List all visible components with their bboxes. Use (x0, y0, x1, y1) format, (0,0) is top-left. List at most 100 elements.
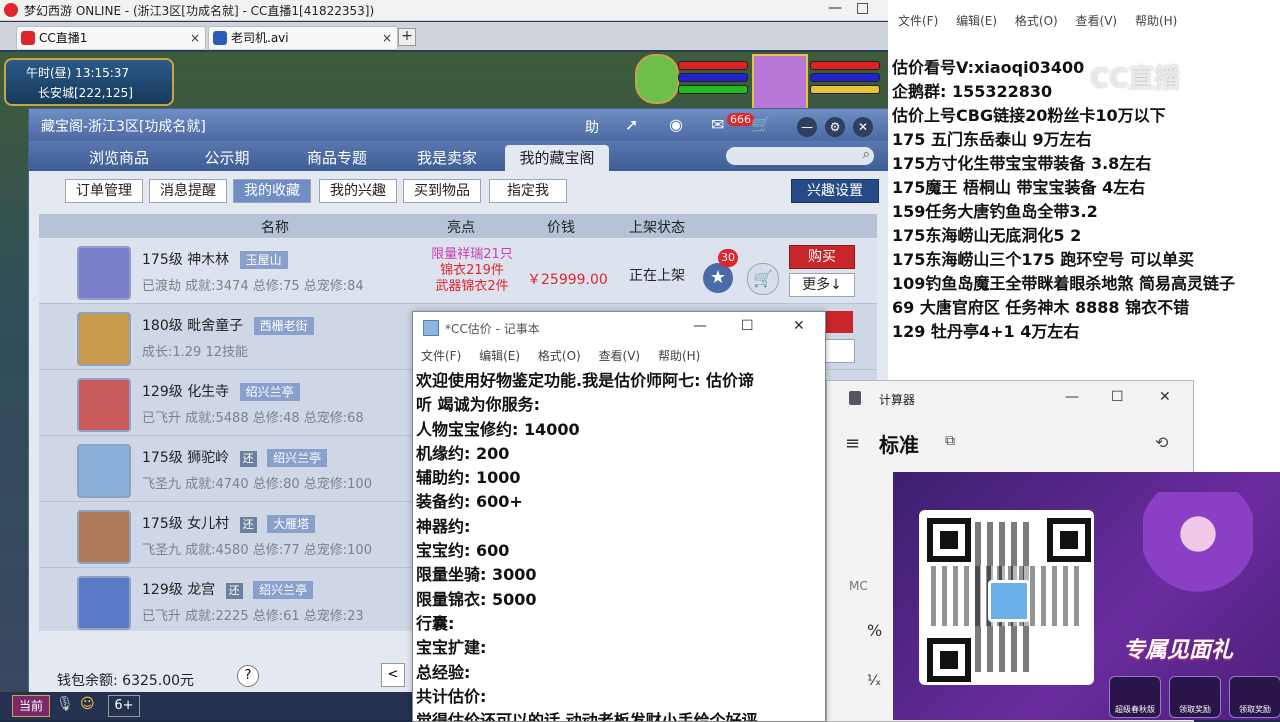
memory-clear-button[interactable]: MC (849, 579, 868, 593)
cart-header-icon[interactable]: 🛒 (751, 115, 771, 134)
subtab-interests[interactable]: 我的兴趣 (319, 179, 397, 203)
prev-page-button[interactable]: < (381, 663, 405, 687)
minimize-button[interactable]: — (693, 318, 707, 334)
subtab-favorites[interactable]: 我的收藏 (233, 179, 311, 203)
close-button[interactable]: ✕ (793, 318, 805, 334)
emoji-icon[interactable]: ☺ (80, 696, 95, 712)
settings-icon[interactable]: ⚙ (825, 117, 845, 137)
promo-button-label: 领取奖励 (1179, 705, 1211, 714)
minimize-icon[interactable]: — (797, 117, 817, 137)
menu-help[interactable]: 帮助(H) (658, 349, 700, 363)
favorite-star-icon[interactable]: ★ (703, 263, 733, 293)
menu-file[interactable]: 文件(F) (898, 14, 938, 28)
row-level: 175级 (142, 450, 183, 466)
more-button[interactable]: 更多↓ (789, 273, 855, 297)
table-row[interactable]: 175级 神木林 玉屋山 已渡劫 成就:3474 总修:75 总宠修:84 限量… (39, 239, 877, 304)
tab-browse[interactable]: 浏览商品 (69, 145, 169, 171)
notepad-titlebar: *CC估价 - 记事本 — ☐ ✕ (413, 312, 825, 342)
text-line: 159任务大唐钓鱼岛全带3.2 (892, 202, 1098, 221)
menu-bar: 文件(F) 编辑(E) 格式(O) 查看(V) 帮助(H) (421, 347, 714, 364)
subtab-bought[interactable]: 买到物品 (403, 179, 481, 203)
row-title: 175级 女儿村 还 大雁塔 (142, 513, 316, 533)
subtab-designated[interactable]: 指定我 (489, 179, 567, 203)
menu-edit[interactable]: 编辑(E) (479, 349, 520, 363)
notepad-text[interactable]: 欢迎使用好物鉴定功能.我是估价师阿七: 估价谛 听 竭诚为你服务: 人物宝宝修约… (416, 369, 820, 721)
promo-button-label: 领取奖励 (1239, 705, 1271, 714)
tab-video[interactable]: 老司机.avi × (208, 26, 398, 49)
row-price: ￥25999.00 (527, 272, 608, 288)
subtab-orders[interactable]: 订单管理 (65, 179, 143, 203)
row-status: 正在上架 (629, 268, 685, 284)
highlight-line: 锦衣219件 (440, 263, 504, 278)
promo-button[interactable]: 领取奖励 (1229, 676, 1280, 718)
minimize-button[interactable]: — (1065, 389, 1079, 405)
pet-portrait[interactable] (635, 54, 679, 104)
avatar (77, 510, 131, 564)
maximize-button[interactable]: □ (856, 0, 869, 16)
menu-file[interactable]: 文件(F) (421, 349, 461, 363)
server-tag: 绍兴兰亭 (239, 383, 300, 401)
promo-button[interactable]: 超级春秋版 (1109, 676, 1161, 718)
player-portrait[interactable] (752, 54, 808, 110)
tab-topics[interactable]: 商品专题 (287, 145, 387, 171)
close-tab-icon[interactable]: × (190, 27, 200, 49)
row-info: 已飞升 成就:2225 总修:61 总宠修:23 (142, 609, 364, 624)
row-title: 180级 毗舍童子 西栅老街 (142, 315, 314, 335)
row-school: 神木林 (187, 252, 230, 268)
qr-code (919, 510, 1094, 685)
browser-tabbar: CC直播1 × 老司机.avi × (0, 22, 888, 50)
close-button[interactable]: ✕ (1159, 389, 1171, 405)
game-titlebar: 梦幻西游 ONLINE - (浙江3区[功成名就] - CC直播1[418223… (0, 0, 888, 21)
tab-seller[interactable]: 我是卖家 (397, 145, 497, 171)
percent-button[interactable]: % (867, 621, 882, 640)
menu-help[interactable]: 帮助(H) (1135, 14, 1177, 28)
cbg-header: 藏宝阁-浙江3区[功成名就] 助 ➚ ◉ ✉ 666 🛒 — ⚙ ✕ (29, 109, 888, 141)
window-title: 梦幻西游 ONLINE - (浙江3区[功成名就] - CC直播1[418223… (24, 4, 375, 18)
minimize-button[interactable]: — (828, 0, 842, 16)
stop-icon[interactable]: ◉ (669, 115, 683, 134)
search-input[interactable]: ⌕ (726, 147, 874, 165)
text-line: 175方寸化生带宝宝带装备 3.8左右 (892, 154, 1152, 173)
help-icon[interactable]: ? (237, 665, 259, 687)
maximize-button[interactable]: ☐ (741, 318, 754, 334)
maximize-button[interactable]: ☐ (1111, 389, 1124, 405)
menu-edit[interactable]: 编辑(E) (956, 14, 997, 28)
current-channel-button[interactable]: 当前 (12, 695, 50, 717)
subtab-messages[interactable]: 消息提醒 (149, 179, 227, 203)
qr-logo (988, 580, 1030, 622)
cbg-subtabs: 订单管理 消息提醒 我的收藏 我的兴趣 买到物品 指定我 (29, 171, 888, 209)
calc-title: 计算器 (879, 393, 916, 407)
qr-finder (927, 638, 971, 682)
message-icon[interactable]: ✉ (711, 115, 724, 134)
row-level: 180级 (142, 318, 183, 334)
row-info: 成长:1.29 12技能 (142, 345, 248, 360)
text-line: 估价看号V:xiaoqi03400 (892, 58, 1085, 77)
search-icon[interactable]: ⌕ (863, 147, 870, 162)
exp-bar (678, 85, 748, 94)
interest-settings-button[interactable]: 兴趣设置 (791, 179, 879, 203)
share-icon[interactable]: ➚ (625, 115, 638, 134)
buy-button[interactable]: 购买 (789, 245, 855, 269)
promo-button[interactable]: 领取奖励 (1169, 676, 1221, 718)
tab-my-cbg[interactable]: 我的藏宝阁 (505, 145, 609, 171)
text-line: 限量坐骑: 3000 (416, 565, 537, 585)
reciprocal-button[interactable]: ¹⁄ₓ (867, 673, 881, 689)
hamburger-menu-icon[interactable]: ≡ (845, 433, 860, 454)
menu-format[interactable]: 格式(O) (538, 349, 581, 363)
text-line: 神器约: (416, 516, 471, 536)
cart-icon[interactable]: 🛒 (747, 263, 779, 295)
menu-view[interactable]: 查看(V) (1076, 14, 1118, 28)
mic-icon[interactable]: 🎙 (56, 696, 74, 712)
new-tab-button[interactable]: + (398, 28, 416, 46)
history-icon[interactable]: ⟲ (1155, 433, 1168, 452)
menu-view[interactable]: 查看(V) (599, 349, 641, 363)
menu-format[interactable]: 格式(O) (1015, 14, 1058, 28)
close-icon[interactable]: ✕ (853, 117, 873, 137)
tab-cc-live[interactable]: CC直播1 × (16, 26, 206, 49)
help-button[interactable]: 助 (585, 117, 599, 137)
close-tab-icon[interactable]: × (382, 27, 392, 49)
tab-public[interactable]: 公示期 (177, 145, 277, 171)
text-line: 欢迎使用好物鉴定功能.我是估价师阿七: 估价谛 (416, 371, 755, 390)
notepad-text[interactable]: 估价看号V:xiaoqi03400 企鹅群: 155322830 估价上号CBG… (892, 56, 1278, 344)
keep-on-top-icon[interactable]: ⧉ (945, 433, 955, 449)
